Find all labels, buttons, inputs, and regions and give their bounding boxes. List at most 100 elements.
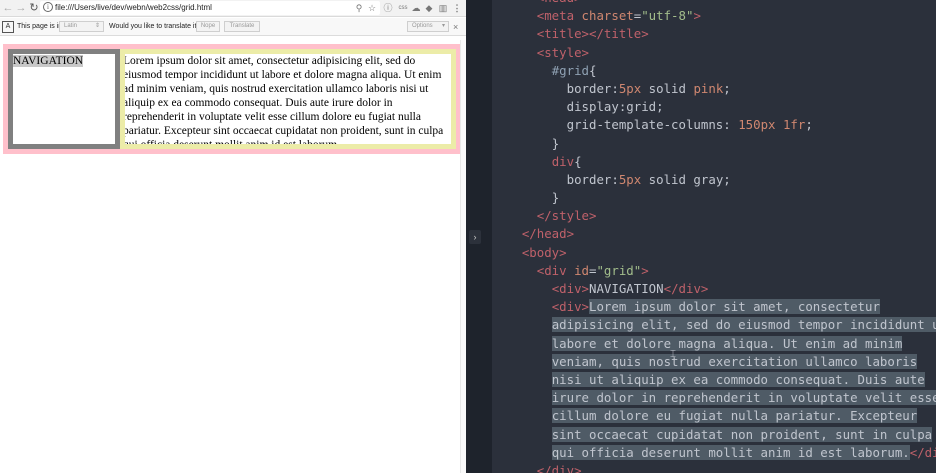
chevron-right-icon[interactable]: › — [469, 230, 481, 244]
code-token: <meta — [536, 8, 582, 24]
translate-question: Would you like to translate it? — [109, 23, 201, 30]
code-token: <style> — [536, 44, 589, 60]
code-token: { — [589, 62, 597, 78]
code-line[interactable]: display:grid; — [492, 98, 936, 116]
url-text[interactable]: file:///Users/live/dev/webn/web2css/grid… — [55, 1, 212, 15]
code-token: div — [551, 153, 575, 169]
code-line[interactable]: labore et dolore magna aliqua. Ut enim a… — [492, 335, 936, 353]
zoom-icon[interactable]: ⚲ — [354, 2, 364, 14]
nope-button[interactable]: Nope — [196, 21, 220, 32]
back-icon[interactable]: ← — [2, 1, 14, 15]
pane-divider[interactable]: › — [466, 0, 492, 473]
code-token: nisi ut aliquip ex ea commodo consequat.… — [551, 371, 925, 387]
code-line[interactable]: <body> — [492, 244, 936, 262]
code-line[interactable]: nisi ut aliquip ex ea commodo consequat.… — [492, 371, 936, 389]
info-circle-icon[interactable]: ⓘ — [383, 2, 393, 14]
code-line[interactable]: border:5px solid gray; — [492, 171, 936, 189]
code-line[interactable]: <div>NAVIGATION</div> — [492, 280, 936, 298]
code-line[interactable]: div{ — [492, 153, 936, 171]
url-bar[interactable]: i file:///Users/live/dev/webn/web2css/gr… — [40, 1, 380, 15]
code-line[interactable]: grid-template-columns: 150px 1fr; — [492, 116, 936, 134]
code-token: } — [551, 135, 560, 151]
info-icon[interactable]: i — [43, 2, 53, 12]
star-icon[interactable]: ☆ — [367, 2, 377, 14]
code-line[interactable]: </div> — [492, 462, 936, 473]
code-token: 5px — [618, 171, 642, 187]
code-line[interactable]: </style> — [492, 207, 936, 225]
code-token: solid — [641, 80, 694, 96]
extension-icon[interactable]: ▥ — [438, 2, 448, 14]
code-line[interactable]: <div id="grid"> — [492, 262, 936, 280]
navigation-text: NAVIGATION — [13, 55, 84, 67]
cloud-icon[interactable]: ☁ — [411, 2, 421, 14]
forward-icon[interactable]: → — [15, 1, 27, 15]
code-line[interactable]: <title></title> — [492, 25, 936, 43]
code-token: ; — [805, 117, 813, 133]
content-line: eiusmod tempor incididunt ut labore et d… — [123, 69, 442, 81]
reload-icon[interactable]: ↻ — [28, 1, 40, 15]
code-token: labore et dolore magna aliqua. Ut enim a… — [551, 335, 903, 351]
code-line[interactable]: cillum dolore eu fugiat nulla pariatur. … — [492, 407, 936, 425]
code-token: sint occaecat cupidatat non proident, su… — [551, 426, 933, 442]
code-token: border: — [566, 171, 619, 187]
code-token: Lorem ipsum dolor sit amet, consectetur — [589, 299, 880, 315]
menu-icon[interactable]: ⋮ — [452, 2, 462, 14]
options-select[interactable]: Options ▾ — [407, 21, 449, 32]
code-line[interactable]: </head> — [492, 225, 936, 243]
css-icon[interactable]: css — [396, 2, 410, 14]
translate-prefix: This page is in — [17, 23, 63, 30]
code-editor[interactable]: <head> <meta charset="utf-8"> <title></t… — [492, 0, 936, 473]
puzzle-icon[interactable]: ◆ — [424, 2, 434, 14]
code-line[interactable]: border:5px solid pink; — [492, 80, 936, 98]
code-token: adipisicing elit, sed do eiusmod tempor … — [551, 317, 936, 333]
content-line: reprehenderit in voluptate velit esse ci… — [123, 111, 421, 123]
code-token: > — [641, 262, 649, 278]
code-token: </style> — [536, 208, 597, 224]
code-token: { — [574, 153, 582, 169]
code-token: 1fr — [782, 117, 806, 133]
code-line[interactable]: qui officia deserunt mollit anim id est … — [492, 444, 936, 462]
content-line: aliquip ex ea commodo consequat. Duis au… — [123, 97, 393, 109]
code-token: <div> — [551, 281, 589, 296]
code-line[interactable]: } — [492, 135, 936, 153]
code-token: charset — [581, 8, 634, 24]
code-line[interactable]: <style> — [492, 44, 936, 62]
code-line[interactable]: <div>Lorem ipsum dolor sit amet, consect… — [492, 298, 936, 316]
code-token: id — [574, 262, 589, 278]
code-line[interactable]: } — [492, 189, 936, 207]
code-line[interactable]: #grid{ — [492, 62, 936, 80]
code-token: cillum dolore eu fugiat nulla pariatur. … — [551, 408, 918, 424]
code-token: </head> — [521, 226, 575, 242]
code-line[interactable]: adipisicing elit, sed do eiusmod tempor … — [492, 316, 936, 334]
code-line[interactable]: sint occaecat cupidatat non proident, su… — [492, 426, 936, 444]
code-line[interactable]: veniam, quis nostrud exercitation ullamc… — [492, 353, 936, 371]
code-line[interactable]: <head> — [492, 0, 936, 7]
code-line[interactable]: irure dolor in reprehenderit in voluptat… — [492, 389, 936, 407]
code-token: <title></title> — [536, 26, 649, 42]
code-token: "utf-8" — [641, 8, 694, 24]
close-icon[interactable]: × — [453, 18, 458, 36]
language-value: Latin — [64, 23, 78, 29]
code-token: solid gray; — [641, 171, 731, 187]
language-select[interactable]: Latin ⇕ — [59, 21, 104, 32]
code-token: qui officia deserunt mollit anim id est … — [551, 444, 910, 460]
code-text[interactable]: <head> <meta charset="utf-8"> <title></t… — [492, 0, 936, 473]
translate-button[interactable]: Translate — [224, 21, 260, 32]
code-line[interactable]: <meta charset="utf-8"> — [492, 7, 936, 25]
